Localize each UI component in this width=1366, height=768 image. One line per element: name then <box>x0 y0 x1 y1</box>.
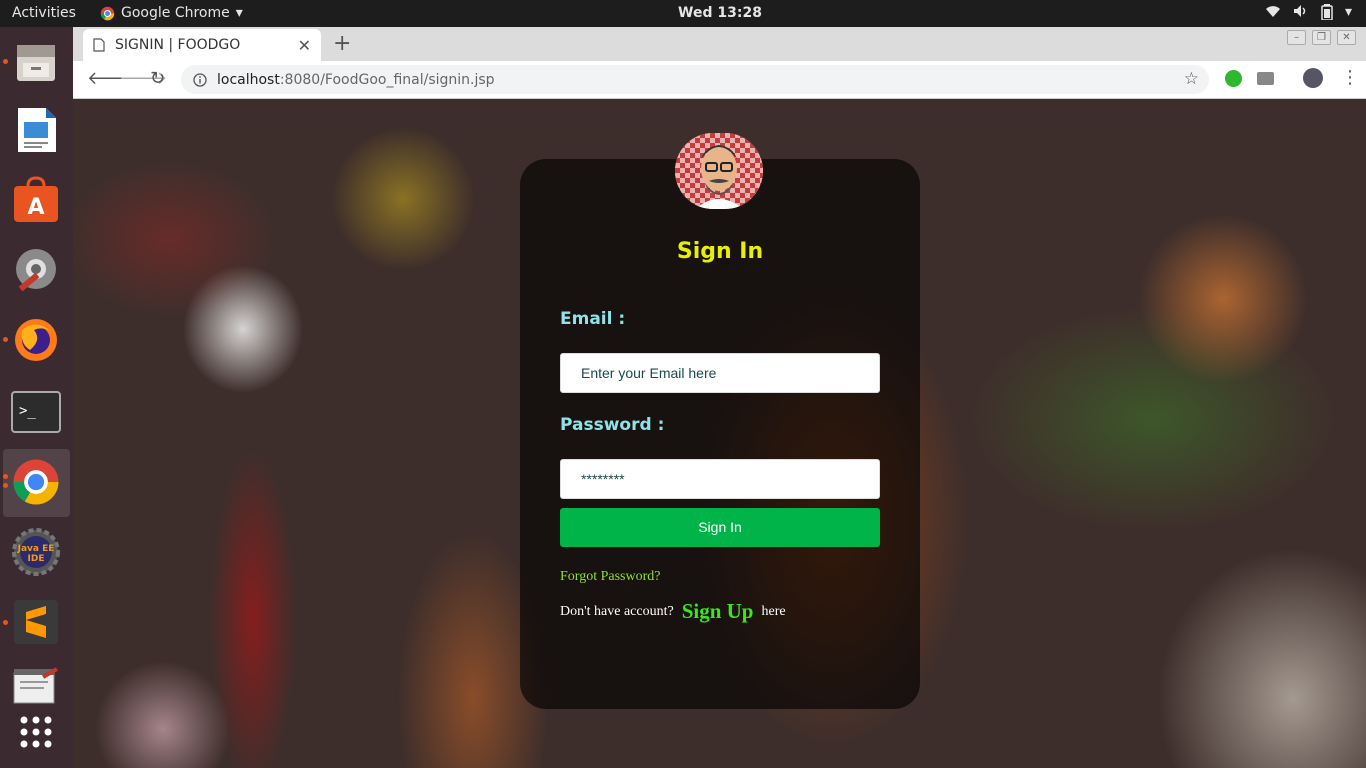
wifi-icon <box>1265 4 1281 24</box>
writer-icon[interactable] <box>11 105 61 155</box>
clock[interactable]: Wed 13:28 <box>0 5 1366 21</box>
chevron-down-icon: ▾ <box>1344 4 1352 20</box>
system-tray[interactable]: ▾ <box>1265 4 1352 24</box>
avatar <box>675 133 763 209</box>
page-background: Sign In Email : Enter your Email here Pa… <box>73 99 1366 768</box>
page-title: Sign In <box>676 239 764 264</box>
info-icon <box>193 72 207 87</box>
settings-icon[interactable] <box>11 244 61 294</box>
dock: A >_ Java EE IDE <box>0 27 73 768</box>
cast-icon[interactable] <box>1257 72 1274 85</box>
running-indicator <box>3 474 8 479</box>
browser-toolbar: 🡐 🡒 ↻ localhost:8080/FoodGoo_final/signi… <box>73 61 1366 99</box>
close-window-button[interactable]: ✕ <box>1337 30 1356 45</box>
sublime-icon[interactable] <box>11 597 61 647</box>
app-grid-icon[interactable] <box>11 707 61 757</box>
software-icon[interactable]: A <box>11 175 61 225</box>
files-icon[interactable] <box>11 37 61 87</box>
tab-title: SIGNIN | FOODGO <box>115 37 241 53</box>
password-field[interactable]: ******** <box>560 459 880 499</box>
close-tab-icon[interactable]: ✕ <box>298 36 311 55</box>
minimize-button[interactable]: – <box>1287 30 1306 45</box>
bookmark-star-icon[interactable]: ☆ <box>1184 69 1199 89</box>
no-account-text: Don't have account? <box>560 603 674 619</box>
extension-icon[interactable] <box>1225 70 1242 87</box>
email-field[interactable]: Enter your Email here <box>560 353 880 393</box>
system-top-bar: Activities Google Chrome ▾ Wed 13:28 ▾ <box>0 0 1366 27</box>
signin-button[interactable]: Sign In <box>560 508 880 547</box>
running-indicator <box>3 620 8 625</box>
menu-icon[interactable]: ⋮ <box>1341 67 1359 88</box>
svg-text:>_: >_ <box>19 403 36 419</box>
forgot-password-link[interactable]: Forgot Password? <box>560 569 660 585</box>
profile-avatar[interactable] <box>1303 68 1323 88</box>
svg-text:A: A <box>27 195 44 220</box>
url-path: :8080/FoodGoo_final/signin.jsp <box>279 71 495 88</box>
eclipse-icon[interactable]: Java EE IDE <box>11 527 61 577</box>
password-label: Password : <box>560 415 665 435</box>
text-editor-icon[interactable] <box>11 662 61 712</box>
maximize-button[interactable]: ❐ <box>1312 30 1331 45</box>
email-label: Email : <box>560 309 626 329</box>
reload-button[interactable]: ↻ <box>150 68 165 89</box>
svg-text:IDE: IDE <box>28 554 45 564</box>
window-controls: – ❐ ✕ <box>1287 30 1356 45</box>
running-indicator <box>3 59 8 64</box>
svg-text:Java EE: Java EE <box>17 544 55 554</box>
tab-signin[interactable]: SIGNIN | FOODGO ✕ <box>83 29 321 61</box>
battery-icon <box>1321 4 1333 24</box>
volume-icon <box>1293 4 1309 24</box>
here-text: here <box>761 603 786 619</box>
url-host: localhost <box>217 71 280 88</box>
browser-chrome: SIGNIN | FOODGO ✕ + – ❐ ✕ 🡐 🡒 ↻ localhos… <box>73 27 1366 99</box>
signin-card: Sign In Email : Enter your Email here Pa… <box>520 133 920 709</box>
firefox-icon[interactable] <box>11 315 61 365</box>
signup-row: Don't have account? Sign Up here <box>560 599 786 624</box>
new-tab-button[interactable]: + <box>333 31 351 56</box>
address-bar[interactable]: localhost:8080/FoodGoo_final/signin.jsp … <box>181 65 1209 94</box>
running-indicator <box>3 337 8 342</box>
chrome-icon[interactable] <box>11 457 61 507</box>
page-icon <box>93 38 105 52</box>
running-indicator <box>3 483 8 488</box>
terminal-icon[interactable]: >_ <box>11 387 61 437</box>
signup-link[interactable]: Sign Up <box>682 599 754 624</box>
